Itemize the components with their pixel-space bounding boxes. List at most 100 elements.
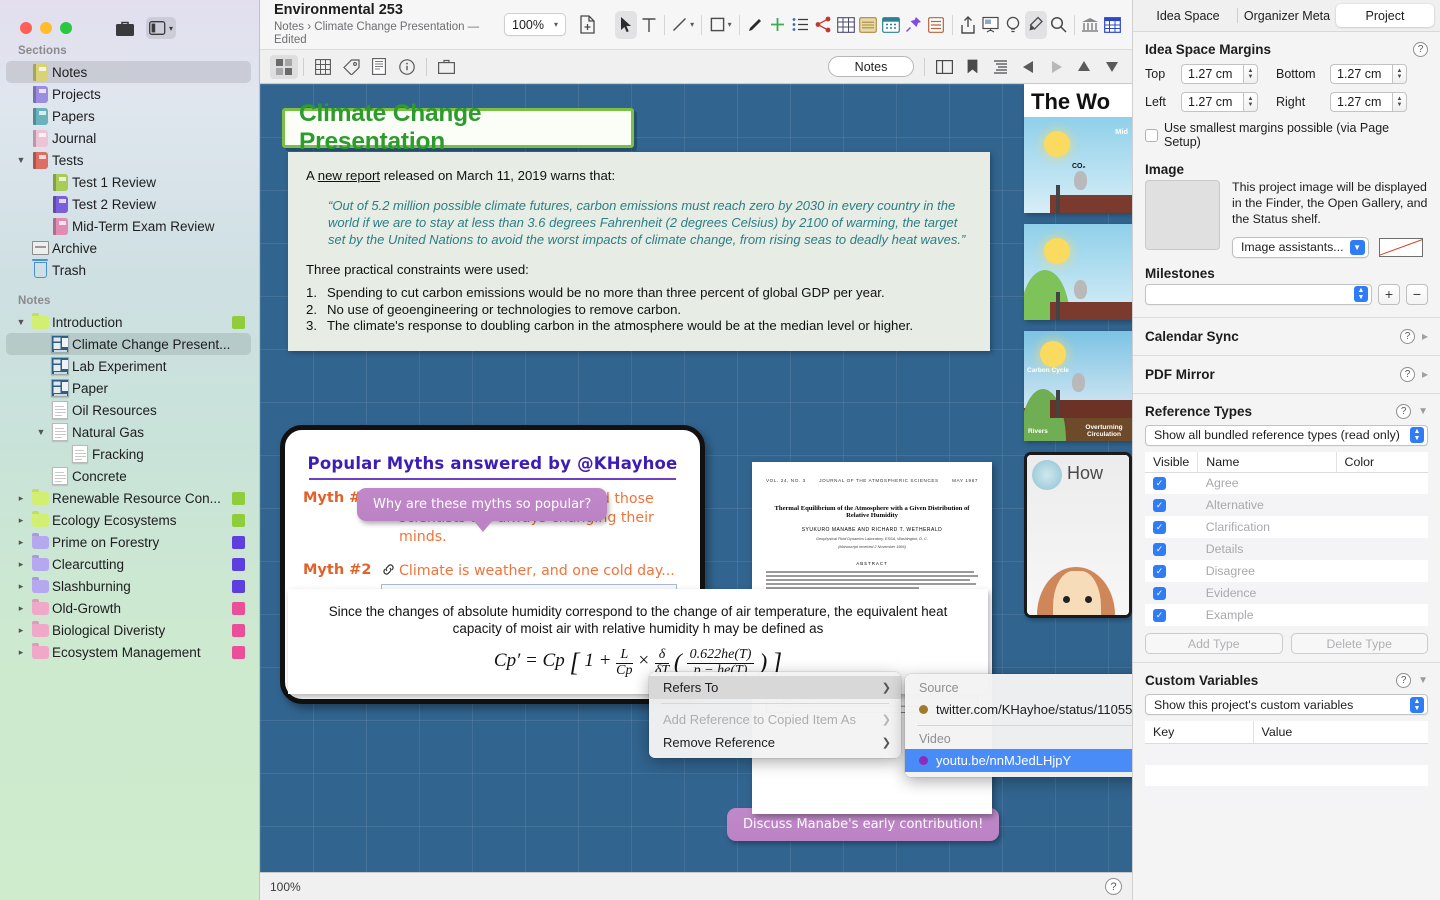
up-icon[interactable]: [1070, 55, 1098, 79]
note-item-old-growth[interactable]: ▸Old-Growth: [0, 597, 259, 619]
grid-view-icon[interactable]: [270, 55, 298, 79]
table-row[interactable]: ✓Disagree: [1145, 560, 1428, 582]
margin-stepper-bottom[interactable]: 1.27 cm ▲▼: [1330, 64, 1407, 84]
twisty-right-icon[interactable]: ▸: [14, 625, 28, 636]
add-type-button[interactable]: Add Type: [1145, 633, 1283, 654]
note-item-slashburning[interactable]: ▸Slashburning: [0, 575, 259, 597]
new-report-link[interactable]: new report: [318, 168, 380, 183]
visible-cell[interactable]: ✓: [1145, 516, 1198, 538]
visible-cell[interactable]: ✓: [1145, 604, 1198, 626]
color-cell[interactable]: [1336, 472, 1428, 494]
library-icon[interactable]: [1079, 11, 1102, 39]
sidebar-item-projects[interactable]: Projects: [0, 83, 259, 105]
visible-checkbox[interactable]: ✓: [1153, 521, 1166, 534]
note-item-climate-change-present[interactable]: Climate Change Present...: [6, 333, 251, 355]
margin-input-right[interactable]: 1.27 cm: [1330, 92, 1392, 112]
image-assistants-button[interactable]: Image assistants... ▼: [1232, 237, 1369, 258]
milestones-combo[interactable]: ▲▼: [1145, 284, 1372, 305]
search-icon[interactable]: [1047, 11, 1070, 39]
notes-icon[interactable]: [365, 55, 393, 79]
pen-tool-icon[interactable]: [744, 11, 767, 39]
canvas[interactable]: Climate Change Presentation A new report…: [260, 84, 1132, 872]
visible-cell[interactable]: ✓: [1145, 472, 1198, 494]
image-card-how[interactable]: How: [1024, 452, 1132, 618]
menu-item-remove-reference[interactable]: Remove Reference❯: [649, 731, 901, 754]
note-item-lab-experiment[interactable]: Lab Experiment: [0, 355, 259, 377]
chevron-down-icon[interactable]: ▼: [1418, 675, 1428, 686]
lightbulb-icon[interactable]: [1002, 11, 1025, 39]
sidebar-item-test-1-review[interactable]: Test 1 Review: [0, 171, 259, 193]
briefcase-icon[interactable]: [432, 55, 460, 79]
minimize-button[interactable]: [40, 22, 52, 34]
note-item-introduction[interactable]: ▼Introduction: [0, 311, 259, 333]
tag-icon[interactable]: [337, 55, 365, 79]
visible-checkbox[interactable]: ✓: [1153, 565, 1166, 578]
prev-icon[interactable]: [1014, 55, 1042, 79]
submenu-item[interactable]: youtu.be/nnMJedLHjpY: [905, 749, 1132, 772]
note-item-fracking[interactable]: Fracking: [0, 443, 259, 465]
note-item-clearcutting[interactable]: ▸Clearcutting: [0, 553, 259, 575]
smallest-margins-checkbox[interactable]: [1145, 129, 1158, 142]
color-cell[interactable]: [1336, 538, 1428, 560]
margin-input-top[interactable]: 1.27 cm: [1181, 64, 1243, 84]
visible-checkbox[interactable]: ✓: [1153, 587, 1166, 600]
sidebar-item-journal[interactable]: Journal: [0, 127, 259, 149]
twisty-down-icon[interactable]: ▼: [14, 317, 28, 327]
calendar-sync-help-icon[interactable]: ?: [1400, 329, 1415, 344]
note-item-prime-on-forestry[interactable]: ▸Prime on Forestry: [0, 531, 259, 553]
visible-cell[interactable]: ✓: [1145, 538, 1198, 560]
visible-checkbox[interactable]: ✓: [1153, 543, 1166, 556]
color-cell[interactable]: [1336, 582, 1428, 604]
spreadsheet-icon[interactable]: [1101, 11, 1124, 39]
down-icon[interactable]: [1098, 55, 1126, 79]
note-item-biological-diveristy[interactable]: ▸Biological Diveristy: [0, 619, 259, 641]
slide-title-card[interactable]: Climate Change Presentation: [282, 108, 634, 148]
visible-checkbox[interactable]: ✓: [1153, 499, 1166, 512]
project-image-well[interactable]: [1145, 180, 1220, 250]
image-card-mountain[interactable]: [1024, 224, 1132, 320]
context-menu[interactable]: Refers To❯Add Reference to Copied Item A…: [649, 672, 901, 758]
briefcase-icon[interactable]: [110, 17, 140, 39]
table-row[interactable]: ✓Clarification: [1145, 516, 1428, 538]
tab-organizer-meta[interactable]: Organizer Meta: [1238, 4, 1336, 27]
pointer-tool-icon[interactable]: [615, 11, 638, 39]
note-item-ecology-ecosystems[interactable]: ▸Ecology Ecosystems: [0, 509, 259, 531]
margin-input-bottom[interactable]: 1.27 cm: [1330, 64, 1392, 84]
table-row[interactable]: ✓Alternative: [1145, 494, 1428, 516]
text-tool-icon[interactable]: [637, 11, 660, 39]
margin-stepper-top[interactable]: 1.27 cm ▲▼: [1181, 64, 1258, 84]
tab-project[interactable]: Project: [1336, 4, 1434, 27]
table-icon[interactable]: [834, 11, 857, 39]
callout-why-myths[interactable]: Why are these myths so popular?: [357, 488, 607, 521]
presentation-icon[interactable]: [979, 11, 1002, 39]
pin-icon[interactable]: [902, 11, 925, 39]
note-item-concrete[interactable]: Concrete: [0, 465, 259, 487]
twisty-right-icon[interactable]: ▸: [14, 647, 28, 658]
highlighter-icon[interactable]: [1025, 11, 1048, 39]
split-view-icon[interactable]: [930, 55, 958, 79]
visible-cell[interactable]: ✓: [1145, 582, 1198, 604]
table-row[interactable]: [1145, 744, 1428, 765]
refers-to-submenu[interactable]: Sourcetwitter.com/KHayhoe/status/1105500…: [905, 674, 1132, 777]
zoom-button[interactable]: [60, 22, 72, 34]
text-card[interactable]: A new report released on March 11, 2019 …: [288, 152, 990, 351]
twisty-right-icon[interactable]: ▸: [14, 493, 28, 504]
visible-checkbox[interactable]: ✓: [1153, 477, 1166, 490]
chevron-right-icon[interactable]: ▸: [1422, 329, 1428, 343]
bookmark-icon[interactable]: [958, 55, 986, 79]
add-milestone-button[interactable]: +: [1378, 284, 1400, 305]
color-cell[interactable]: [1336, 494, 1428, 516]
sidebar-item-archive[interactable]: Archive: [0, 237, 259, 259]
chevron-down-icon[interactable]: ▼: [1418, 406, 1428, 417]
menu-item-refers-to[interactable]: Refers To❯: [649, 676, 901, 699]
smallest-margins-row[interactable]: Use smallest margins possible (via Page …: [1133, 114, 1440, 152]
margin-input-left[interactable]: 1.27 cm: [1181, 92, 1243, 112]
outline-icon[interactable]: [986, 55, 1014, 79]
calendar-sync-section[interactable]: Calendar Sync ? ▸: [1133, 318, 1440, 355]
card-icon[interactable]: [857, 11, 880, 39]
margin-stepper-buttons-right[interactable]: ▲▼: [1392, 92, 1407, 112]
twisty-right-icon[interactable]: ▸: [14, 559, 28, 570]
note-item-paper[interactable]: Paper: [0, 377, 259, 399]
visible-cell[interactable]: ✓: [1145, 494, 1198, 516]
note-item-natural-gas[interactable]: ▼Natural Gas: [0, 421, 259, 443]
